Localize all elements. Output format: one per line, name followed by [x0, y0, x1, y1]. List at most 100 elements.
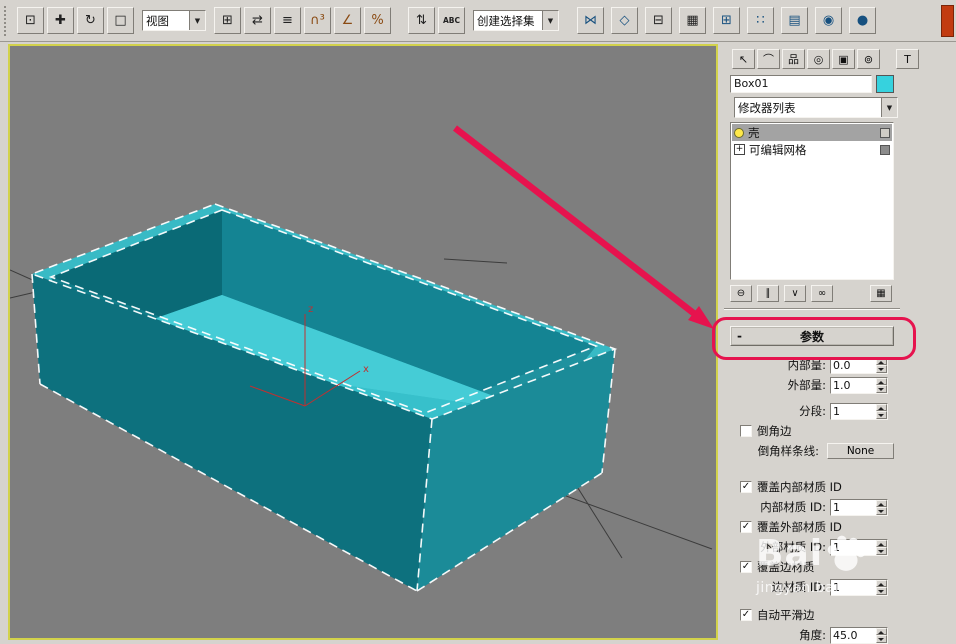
dropdown-arrow-icon[interactable]: ▼ [542, 11, 558, 30]
parameters-rollout-header[interactable]: - 参数 [730, 326, 894, 346]
dropdown-arrow-icon[interactable]: ▼ [881, 98, 897, 117]
override-outer-mat-checkbox[interactable]: ✓ [740, 521, 752, 533]
align-icon[interactable]: ◇ [611, 7, 638, 34]
object-name-row: Box01 [730, 75, 894, 93]
stack-item-editable-mesh[interactable]: + 可编辑网格 [732, 141, 892, 158]
make-unique-icon[interactable]: ∨ [784, 285, 806, 302]
perspective-viewport[interactable]: z x [8, 44, 718, 640]
param-segments: 分段: 1 [730, 402, 894, 420]
param-label: 倒角样条线: [757, 444, 820, 458]
material-editor-icon[interactable]: ∷ [747, 7, 774, 34]
inner-mat-id-spinner[interactable]: 1 [830, 498, 888, 516]
angle-snap-icon[interactable]: ∠ [334, 7, 361, 34]
expand-icon[interactable]: + [734, 144, 745, 155]
named-selection-set-dropdown[interactable]: 创建选择集 ▼ [473, 10, 559, 31]
motion-tab[interactable]: ◎ [807, 49, 830, 69]
outer-amount-value[interactable]: 1.0 [831, 378, 876, 393]
create-tab[interactable]: ↖ [732, 49, 755, 69]
curve-editor-icon[interactable]: ▦ [679, 7, 706, 34]
z-axis-label: z [308, 304, 313, 315]
select-and-move-icon[interactable]: ✚ [47, 7, 74, 34]
auto-smooth-checkbox[interactable]: ✓ [740, 609, 752, 621]
stack-item-toggle[interactable] [880, 144, 890, 155]
named-selection-set-value: 创建选择集 [477, 13, 535, 28]
bevel-spline-none-button[interactable]: None [827, 443, 894, 459]
select-and-rotate-icon[interactable]: ↻ [77, 7, 104, 34]
select-object-icon[interactable]: ⊡ [17, 7, 44, 34]
configure-modifier-sets-icon[interactable]: ▦ [870, 285, 892, 302]
show-end-result-icon[interactable]: ∥ [757, 285, 779, 302]
select-and-scale-icon[interactable]: □ [107, 7, 134, 34]
spinner-arrows[interactable] [876, 403, 887, 419]
main-toolbar: ⊡ ✚ ↻ □ 视图 ▼ ⊞ ⇄ ≡ ∩³ ∠% ⇅ ABC 创建选择集 ▼ ⋈ ◇ ⊟ ▦ ⊞ ∷ ▤ ◉ ● [0, 0, 956, 42]
x-axis-label: x [363, 364, 369, 375]
segments-value[interactable]: 1 [831, 404, 876, 419]
snap-tools-group: ⊞ ⇄ ≡ ∩³ ∠% ⇅ ABC [214, 7, 465, 34]
spinner-arrows[interactable] [876, 579, 887, 595]
outer-amount-spinner[interactable]: 1.0 [830, 376, 888, 394]
utilities-hammer-icon[interactable]: T [896, 49, 919, 69]
param-override-inner-mat: ✓ 覆盖内部材质 ID [730, 478, 894, 496]
layer-manager-icon[interactable]: ⊟ [645, 7, 672, 34]
percent-snap-icon[interactable]: % [364, 7, 391, 34]
param-label: 内部材质 ID: [760, 500, 826, 514]
stack-item-shell[interactable]: 壳 [732, 124, 892, 141]
inner-amount-spinner[interactable]: 0.0 [830, 356, 888, 374]
override-edge-mat-checkbox[interactable]: ✓ [740, 561, 752, 573]
param-label: 边材质 ID: [771, 580, 826, 594]
spinner-arrows[interactable] [876, 499, 887, 515]
angle-spinner[interactable]: 45.0 [830, 626, 888, 644]
inner-mat-id-value[interactable]: 1 [831, 500, 876, 515]
schematic-view-icon[interactable]: ⊞ [713, 7, 740, 34]
param-inner-mat-id: 内部材质 ID: 1 [730, 498, 894, 516]
bevel-edges-checkbox[interactable] [740, 425, 752, 437]
stack-item-label: 壳 [748, 125, 760, 140]
checkbox-label: 覆盖边材质 [757, 560, 815, 574]
layers-icon[interactable]: ≡ [274, 7, 301, 34]
object-name-field[interactable]: Box01 [730, 75, 872, 93]
spinner-arrows[interactable] [876, 357, 887, 373]
modifier-list-dropdown[interactable]: 修改器列表 ▼ [734, 97, 898, 118]
modifier-enabled-bulb-icon[interactable] [734, 127, 744, 138]
dropdown-arrow-icon[interactable]: ▼ [189, 11, 205, 30]
edit-named-selection-icon[interactable]: ABC [438, 7, 465, 34]
override-inner-mat-checkbox[interactable]: ✓ [740, 481, 752, 493]
spinner-snap-icon[interactable]: ⇅ [408, 7, 435, 34]
rollout-title: 参数 [799, 329, 824, 344]
inner-amount-value[interactable]: 0.0 [831, 358, 876, 373]
remove-modifier-icon[interactable]: ∞ [811, 285, 833, 302]
display-tab[interactable]: ▣ [832, 49, 855, 69]
use-center-icon[interactable]: ⊞ [214, 7, 241, 34]
spinner-arrows[interactable] [876, 627, 887, 643]
snap-3d-icon[interactable]: ∩³ [304, 7, 331, 34]
render-icon[interactable]: ● [849, 7, 876, 34]
spinner-arrows[interactable] [876, 377, 887, 393]
outer-mat-id-spinner[interactable]: 1 [830, 538, 888, 556]
spinner-arrows[interactable] [876, 539, 887, 555]
render-frame-icon[interactable]: ◉ [815, 7, 842, 34]
pin-stack-icon[interactable]: ⊖ [730, 285, 752, 302]
modify-tab[interactable]: ⌒ [757, 49, 780, 69]
param-outer-mat-id: 外部材质 ID: 1 [730, 538, 894, 556]
param-angle: 角度: 45.0 [730, 626, 894, 644]
hierarchy-tab[interactable]: 品 [782, 49, 805, 69]
render-setup-icon[interactable]: ▤ [781, 7, 808, 34]
shell-box-object[interactable] [29, 203, 618, 592]
object-color-swatch[interactable] [876, 75, 894, 93]
utilities-tab[interactable]: ⊚ [857, 49, 880, 69]
mirror-tool-icon[interactable]: ⋈ [577, 7, 604, 34]
modifier-stack[interactable]: 壳 + 可编辑网格 [730, 122, 894, 280]
viewport-canvas[interactable]: z x [10, 46, 716, 638]
outer-mat-id-value[interactable]: 1 [831, 540, 876, 555]
segments-spinner[interactable]: 1 [830, 402, 888, 420]
clipped-toolbar-icon[interactable] [941, 4, 954, 37]
mirror-selected-icon[interactable]: ⇄ [244, 7, 271, 34]
param-label: 分段: [799, 404, 826, 418]
angle-value[interactable]: 45.0 [831, 628, 876, 643]
stack-item-toggle[interactable] [880, 127, 890, 138]
edge-mat-id-value[interactable]: 1 [831, 580, 876, 595]
edge-mat-id-spinner[interactable]: 1 [830, 578, 888, 596]
toolbar-drag-handle[interactable] [4, 5, 11, 36]
param-outer-amount: 外部量: 1.0 [730, 376, 894, 394]
reference-coordinate-dropdown[interactable]: 视图 ▼ [142, 10, 206, 31]
